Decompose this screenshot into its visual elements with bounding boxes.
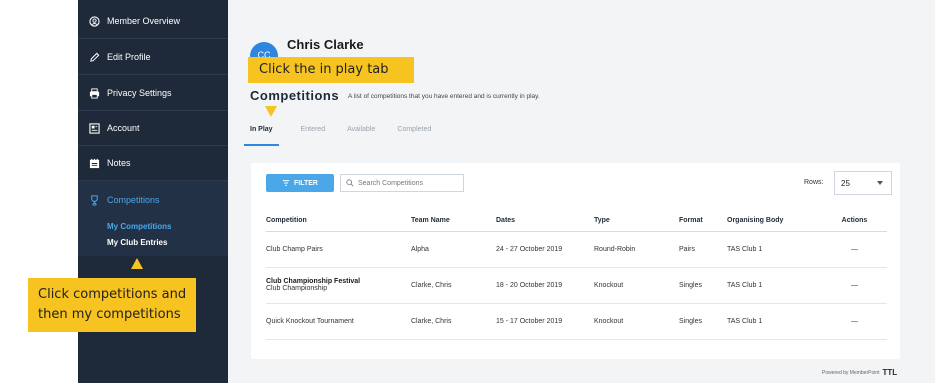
- cell-dates: 15 - 17 October 2019: [496, 303, 594, 340]
- cell-team: Clarke, Chris: [411, 267, 496, 304]
- column-header[interactable]: Team Name: [411, 210, 496, 232]
- annotation-arrow-down-icon: [265, 106, 277, 117]
- tab-bar: In Play Entered Available Completed: [244, 126, 453, 146]
- sidebar-item-account[interactable]: Account: [78, 111, 228, 146]
- table-row[interactable]: Quick Knockout Tournament Clarke, Chris …: [266, 303, 887, 340]
- cell-organising-body: TAS Club 1: [727, 303, 822, 340]
- table-header-row: Competition Team Name Dates Type Format …: [266, 210, 887, 232]
- filter-button-label: FILTER: [294, 179, 318, 187]
- sidebar-item-member-overview[interactable]: Member Overview: [78, 4, 228, 39]
- tab-in-play[interactable]: In Play: [244, 126, 279, 146]
- sidebar-item-edit-profile[interactable]: Edit Profile: [78, 40, 228, 75]
- cell-competition[interactable]: Quick Knockout Tournament: [266, 303, 411, 340]
- rows-per-page-select[interactable]: 25: [834, 171, 892, 195]
- memberpoint-logo: TTL: [882, 368, 898, 377]
- cell-organising-body: TAS Club 1: [727, 267, 822, 304]
- sidebar-item-competitions[interactable]: Competitions: [78, 181, 228, 219]
- search-placeholder: Search Competitions: [358, 179, 423, 187]
- cell-format: Singles: [679, 267, 727, 304]
- annotation-callout-competitions: Click competitions and then my competiti…: [28, 278, 196, 332]
- powered-by-text: Powered by MemberPoint: [822, 369, 880, 376]
- filter-icon: [282, 180, 290, 186]
- cell-format: Pairs: [679, 231, 727, 268]
- sidebar-item-label: Account: [107, 123, 140, 133]
- competitions-table: Competition Team Name Dates Type Format …: [266, 210, 887, 340]
- table-row[interactable]: Club Championship Festival Club Champion…: [266, 267, 887, 304]
- sidebar-item-label: Member Overview: [107, 16, 181, 26]
- annotation-callout-in-play: Click the in play tab: [248, 57, 414, 83]
- column-header[interactable]: Format: [679, 210, 727, 232]
- column-header[interactable]: Type: [594, 210, 679, 232]
- sidebar-subitem-my-club-entries[interactable]: My Club Entries: [78, 235, 228, 251]
- sidebar-item-notes[interactable]: Notes: [78, 146, 228, 181]
- column-header[interactable]: Competition: [266, 210, 411, 232]
- cell-actions[interactable]: —: [822, 231, 887, 268]
- cell-type: Knockout: [594, 303, 679, 340]
- rows-label: Rows:: [804, 179, 824, 186]
- cell-actions[interactable]: —: [822, 303, 887, 340]
- page-title: Competitions: [250, 88, 340, 103]
- sidebar-item-privacy-settings[interactable]: Privacy Settings: [78, 76, 228, 111]
- notes-icon: [89, 158, 100, 169]
- page-description: A list of competitions that you have ent…: [348, 93, 540, 100]
- cell-dates: 18 - 20 October 2019: [496, 267, 594, 304]
- powered-by: Powered by MemberPoint TTL: [822, 368, 897, 377]
- chevron-down-icon: [877, 181, 883, 185]
- cell-type: Knockout: [594, 267, 679, 304]
- cell-competition[interactable]: Club Champ Pairs: [266, 231, 411, 268]
- cell-actions[interactable]: —: [822, 267, 887, 304]
- page-root: { "sidebar": { "items": [ {"label": "Mem…: [0, 0, 935, 383]
- cell-dates: 24 - 27 October 2019: [496, 231, 594, 268]
- printer-icon: [89, 87, 100, 99]
- competition-name: Club Championship Festival: [266, 278, 361, 285]
- cell-format: Singles: [679, 303, 727, 340]
- column-header[interactable]: Dates: [496, 210, 594, 232]
- sidebar-item-label: Notes: [107, 158, 131, 168]
- account-icon: [89, 122, 100, 134]
- cell-competition[interactable]: Club Championship Festival Club Champion…: [266, 267, 411, 304]
- sidebar-item-label: Privacy Settings: [107, 88, 172, 98]
- competition-subtitle: Club Championship: [266, 285, 328, 292]
- cell-team: Alpha: [411, 231, 496, 268]
- sidebar-group-competitions: Competitions My Competitions My Club Ent…: [78, 181, 228, 256]
- tab-completed[interactable]: Completed: [397, 126, 431, 146]
- cell-team: Clarke, Chris: [411, 303, 496, 340]
- user-circle-icon: [89, 15, 100, 27]
- annotation-arrow-up-icon: [131, 258, 143, 269]
- table-row[interactable]: Club Champ Pairs Alpha 24 - 27 October 2…: [266, 231, 887, 268]
- search-icon: [346, 179, 354, 187]
- column-header: Actions: [822, 210, 887, 232]
- sidebar-subitem-my-competitions[interactable]: My Competitions: [78, 219, 228, 235]
- tab-available[interactable]: Available: [347, 126, 375, 146]
- trophy-icon: [89, 194, 100, 206]
- sidebar-item-label: Edit Profile: [107, 52, 151, 62]
- rows-value: 25: [841, 178, 850, 188]
- tab-entered[interactable]: Entered: [301, 126, 326, 146]
- search-input[interactable]: Search Competitions: [340, 174, 464, 192]
- pencil-icon: [89, 52, 100, 63]
- user-name: Chris Clarke: [287, 37, 364, 52]
- cell-type: Round-Robin: [594, 231, 679, 268]
- filter-button[interactable]: FILTER: [266, 174, 334, 192]
- cell-organising-body: TAS Club 1: [727, 231, 822, 268]
- sidebar-item-label: Competitions: [107, 195, 160, 205]
- column-header[interactable]: Organising Body: [727, 210, 822, 232]
